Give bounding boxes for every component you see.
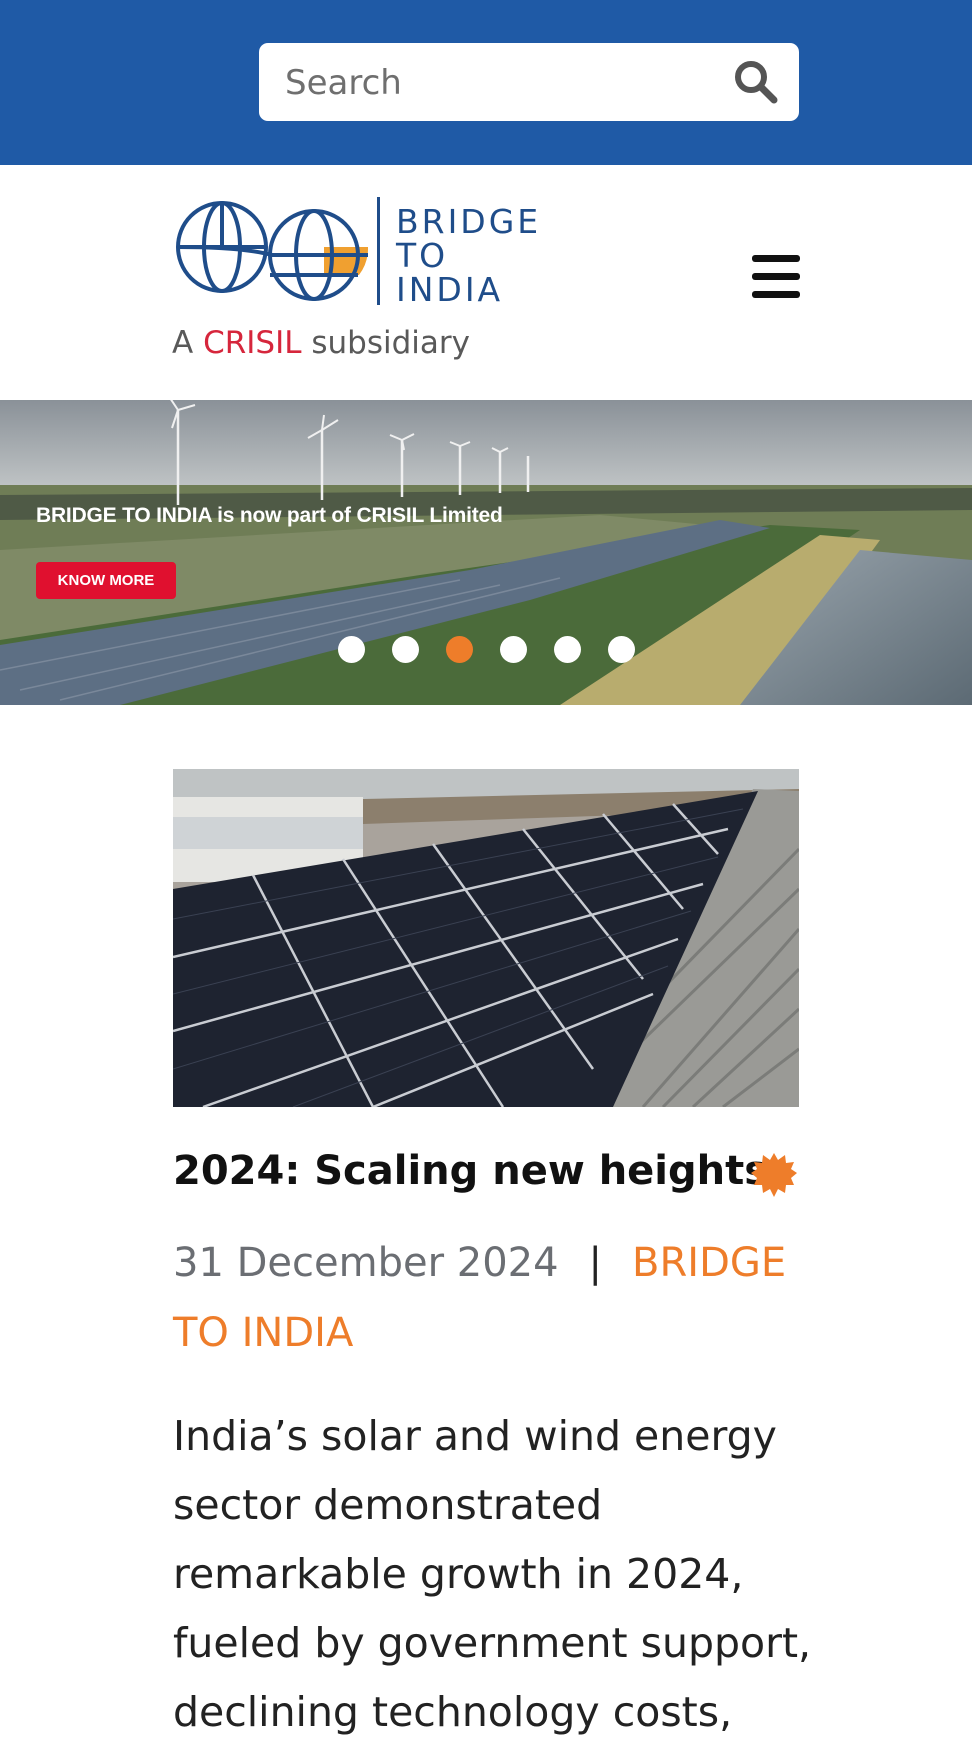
site-header: BRIDGE TO INDIA A CRISIL subsidiary	[0, 165, 972, 400]
top-search-bar	[0, 0, 972, 165]
carousel-dot-4[interactable]	[500, 636, 527, 663]
article-excerpt: India’s solar and wind energy sector dem…	[173, 1412, 812, 1736]
solar-rooftop-image	[173, 769, 799, 1107]
know-more-button[interactable]: KNOW MORE	[36, 562, 176, 599]
banner-image	[0, 400, 972, 705]
crisil-brand: CRISIL	[203, 325, 302, 361]
bridge-to-india-logo[interactable]: BRIDGE TO INDIA A CRISIL subsidiary	[172, 197, 562, 372]
search-input[interactable]	[283, 43, 727, 123]
starburst-icon	[751, 1153, 797, 1197]
subsidiary-prefix: A	[172, 325, 204, 361]
search-icon[interactable]	[731, 57, 781, 107]
carousel-dot-5[interactable]	[554, 636, 581, 663]
menu-bar	[752, 291, 800, 298]
meta-separator: |	[588, 1240, 603, 1286]
carousel-dot-3-active[interactable]	[446, 636, 473, 663]
carousel-dot-2[interactable]	[392, 636, 419, 663]
menu-bar	[752, 255, 800, 262]
subsidiary-suffix: subsidiary	[301, 325, 470, 361]
article-meta: 31 December 2024 | BRIDGE TO INDIA	[173, 1228, 813, 1368]
hamburger-menu-icon[interactable]	[752, 255, 800, 299]
article-date: 31 December 2024	[173, 1240, 559, 1286]
subsidiary-tagline: A CRISIL subsidiary	[172, 325, 470, 361]
search-box	[259, 43, 799, 123]
carousel-dot-1[interactable]	[338, 636, 365, 663]
globe-bridge-logo-mark	[176, 201, 369, 301]
hero-carousel[interactable]: BRIDGE TO INDIA is now part of CRISIL Li…	[0, 400, 972, 705]
logo-divider	[377, 197, 380, 305]
brand-line-2: TO	[396, 236, 449, 275]
brand-line-3: INDIA	[396, 270, 504, 309]
menu-bar	[752, 273, 800, 280]
banner-caption: BRIDGE TO INDIA is now part of CRISIL Li…	[36, 504, 503, 527]
brand-line-1: BRIDGE	[396, 202, 542, 241]
carousel-dot-6[interactable]	[608, 636, 635, 663]
article-thumbnail[interactable]	[173, 769, 799, 1107]
brand-wordmark: BRIDGE TO INDIA	[396, 205, 541, 307]
article-title[interactable]: 2024: Scaling new heights	[173, 1148, 768, 1194]
